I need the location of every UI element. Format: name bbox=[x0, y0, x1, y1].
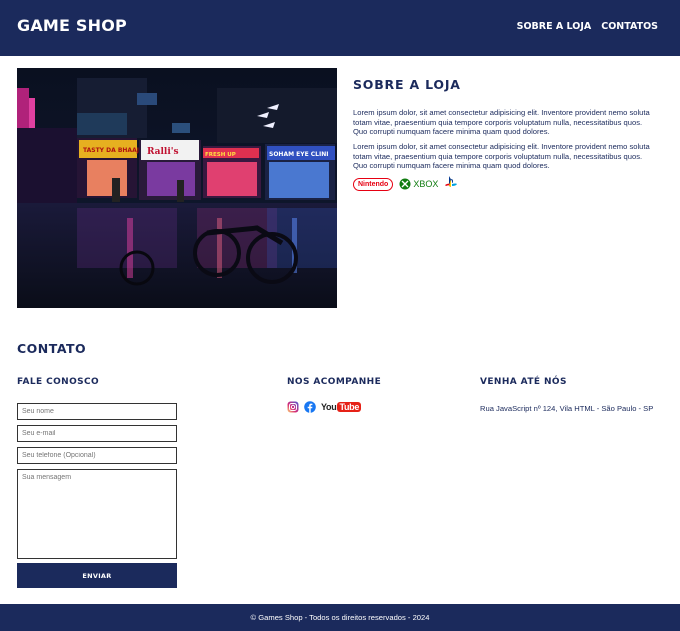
xbox-icon bbox=[399, 178, 411, 190]
visit-title: VENHA ATÉ NÓS bbox=[480, 377, 567, 387]
store-hero-image: TASTY DA BHAAJI Ralli's FRESH UP SOHAM E… bbox=[17, 68, 337, 308]
phone-input[interactable] bbox=[17, 447, 177, 464]
xbox-label: XBOX bbox=[413, 179, 439, 189]
instagram-icon[interactable] bbox=[287, 401, 299, 413]
site-footer: © Games Shop - Todos os direitos reserva… bbox=[0, 604, 680, 631]
name-input[interactable] bbox=[17, 403, 177, 420]
youtube-label-tube: Tube bbox=[337, 402, 362, 412]
hero-sign-3: FRESH UP bbox=[205, 152, 236, 158]
email-input[interactable] bbox=[17, 425, 177, 442]
facebook-icon[interactable] bbox=[304, 401, 316, 413]
hero-sign-1: TASTY DA BHAAJI bbox=[83, 147, 141, 154]
playstation-icon bbox=[445, 176, 458, 187]
message-textarea[interactable] bbox=[17, 469, 177, 559]
xbox-logo: XBOX bbox=[399, 178, 438, 190]
youtube-label-you: You bbox=[321, 402, 337, 412]
nav-link-contacts[interactable]: CONTATOS bbox=[601, 21, 658, 32]
site-header: GAME SHOP SOBRE A LOJA CONTATOS bbox=[0, 0, 680, 56]
contact-title: CONTATO bbox=[17, 341, 87, 356]
main-nav: SOBRE A LOJA CONTATOS bbox=[517, 21, 658, 32]
site-logo[interactable]: GAME SHOP bbox=[17, 16, 127, 35]
night-street-photo: TASTY DA BHAAJI Ralli's FRESH UP SOHAM E… bbox=[17, 68, 337, 308]
brand-logos: Nintendo XBOX bbox=[353, 175, 458, 193]
nintendo-logo: Nintendo bbox=[353, 177, 394, 191]
about-paragraph: Lorem ipsum dolor, sit amet consectetur … bbox=[353, 142, 650, 171]
follow-title: NOS ACOMPANHE bbox=[287, 377, 382, 387]
store-address: Rua JavaScript nº 124, Vila HTML - São P… bbox=[480, 404, 654, 413]
nav-link-about[interactable]: SOBRE A LOJA bbox=[517, 21, 592, 32]
hero-sign-4: SOHAM EYE CLINI bbox=[269, 151, 329, 158]
youtube-icon[interactable]: You Tube bbox=[321, 402, 362, 412]
hero-sign-2: Ralli's bbox=[147, 147, 179, 157]
about-paragraph: Lorem ipsum dolor, sit amet consectetur … bbox=[353, 108, 650, 137]
footer-copyright: © Games Shop - Todos os direitos reserva… bbox=[250, 613, 430, 622]
send-button[interactable]: ENVIAR bbox=[17, 563, 177, 588]
about-title: SOBRE A LOJA bbox=[353, 77, 461, 92]
contact-form-title: FALE CONOSCO bbox=[17, 377, 100, 387]
social-links: You Tube bbox=[287, 401, 362, 413]
playstation-logo bbox=[444, 175, 458, 193]
